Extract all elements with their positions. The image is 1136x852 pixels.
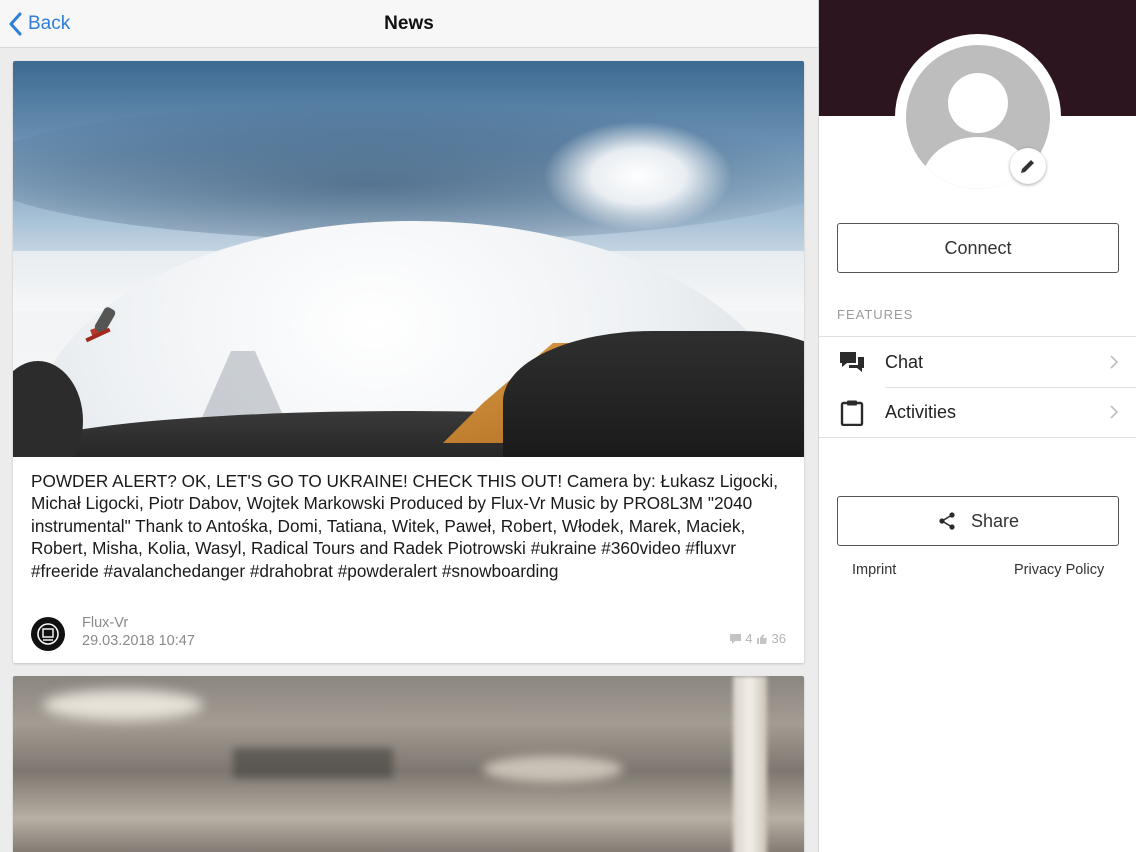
feature-item-chat[interactable]: Chat bbox=[819, 337, 1136, 387]
news-card[interactable]: POWDER ALERT? OK, LET'S GO TO UKRAINE! C… bbox=[13, 61, 804, 663]
post-stats: 4 36 bbox=[729, 631, 786, 646]
profile-panel: Connect FEATURES Chat Activities Share I… bbox=[818, 0, 1136, 852]
post-image-360-snowboard[interactable] bbox=[13, 61, 804, 457]
thumbs-up-icon bbox=[756, 633, 767, 644]
share-icon bbox=[939, 512, 955, 530]
privacy-policy-link[interactable]: Privacy Policy bbox=[1014, 562, 1104, 578]
share-button[interactable]: Share bbox=[837, 496, 1119, 546]
chevron-right-icon bbox=[1110, 405, 1119, 419]
snowboarder-figure bbox=[85, 301, 125, 347]
app-root: Back News POWDER ALERT? OK, LET'S GO TO … bbox=[0, 0, 1136, 852]
pencil-icon bbox=[1021, 159, 1035, 173]
share-label: Share bbox=[970, 510, 1020, 531]
post-footer: Flux-Vr 29.03.2018 10:47 4 36 bbox=[31, 615, 786, 651]
author-name[interactable]: Flux-Vr bbox=[82, 615, 128, 631]
flux-vr-logo-icon bbox=[37, 623, 59, 645]
post-text: POWDER ALERT? OK, LET'S GO TO UKRAINE! C… bbox=[31, 471, 779, 581]
edit-avatar-button[interactable] bbox=[1010, 148, 1046, 184]
like-count: 36 bbox=[771, 631, 786, 646]
feature-label-chat: Chat bbox=[885, 351, 924, 372]
post-image-blurred-interior[interactable] bbox=[13, 676, 804, 852]
avatar-placeholder-icon bbox=[948, 73, 1008, 133]
news-card[interactable] bbox=[13, 676, 804, 852]
features-heading: FEATURES bbox=[837, 307, 914, 322]
connect-button[interactable]: Connect bbox=[837, 223, 1119, 273]
clipboard-icon bbox=[840, 400, 864, 426]
chat-icon bbox=[840, 352, 864, 372]
imprint-link[interactable]: Imprint bbox=[852, 562, 896, 578]
comment-count: 4 bbox=[745, 631, 753, 646]
chevron-right-icon bbox=[1110, 355, 1119, 369]
news-pane: Back News POWDER ALERT? OK, LET'S GO TO … bbox=[0, 0, 818, 852]
author-avatar[interactable] bbox=[31, 617, 65, 651]
feature-list: Chat Activities bbox=[819, 336, 1136, 438]
post-date: 29.03.2018 10:47 bbox=[82, 633, 195, 649]
comment-icon bbox=[730, 633, 742, 644]
feature-label-activities: Activities bbox=[885, 401, 957, 422]
page-title: News bbox=[384, 13, 434, 34]
nav-bar: Back News bbox=[0, 0, 818, 48]
feature-item-activities[interactable]: Activities bbox=[819, 387, 1136, 437]
